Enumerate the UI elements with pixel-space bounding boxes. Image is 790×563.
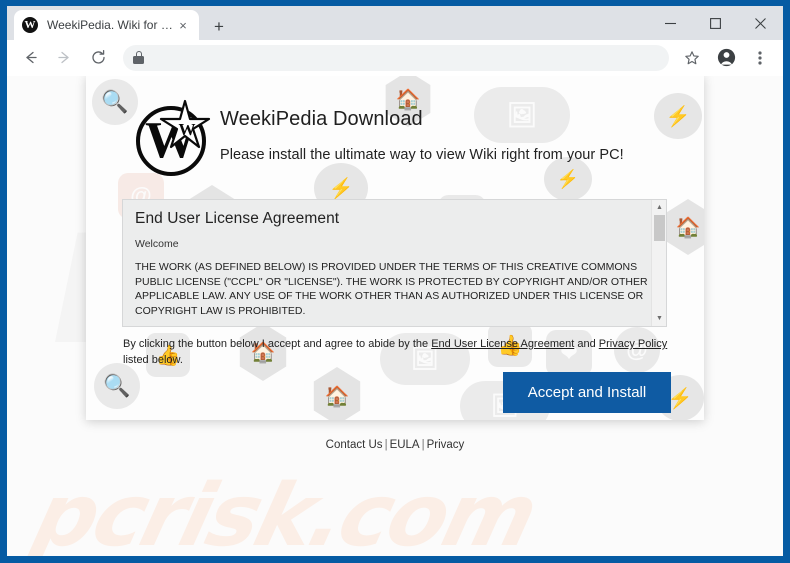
background-watermark: pcrisk.com bbox=[24, 466, 545, 556]
eula-heading: End User License Agreement bbox=[135, 210, 340, 227]
address-bar[interactable] bbox=[123, 44, 669, 71]
promo-header: W W WeekiPedia Download Please install t… bbox=[86, 76, 704, 195]
privacy-policy-link[interactable]: Privacy Policy bbox=[599, 338, 667, 350]
page-title: WeekiPedia Download bbox=[220, 108, 423, 130]
star-icon[interactable] bbox=[678, 44, 706, 72]
new-tab-button[interactable]: + bbox=[207, 14, 231, 38]
consent-middle: and bbox=[574, 338, 599, 350]
contact-us-link[interactable]: Contact Us bbox=[326, 439, 383, 451]
minimize-icon[interactable] bbox=[648, 6, 693, 40]
accept-and-install-button[interactable]: Accept and Install bbox=[503, 372, 671, 413]
eula-content: End User License Agreement Welcome THE W… bbox=[123, 200, 666, 326]
wordpress-w-icon: W bbox=[22, 17, 38, 33]
close-icon[interactable] bbox=[738, 6, 783, 40]
maximize-icon[interactable] bbox=[693, 6, 738, 40]
tab-strip: W WeekiPedia. Wiki for PC. × + bbox=[7, 6, 783, 40]
browser-toolbar bbox=[7, 40, 783, 76]
footer-privacy-link[interactable]: Privacy bbox=[427, 439, 465, 451]
eula-link[interactable]: End User License Agreement bbox=[431, 338, 574, 350]
search-icon: 🔍 bbox=[94, 363, 140, 409]
home-icon: 🏠 bbox=[313, 367, 361, 420]
home-icon: 🏠 bbox=[665, 199, 704, 255]
close-icon[interactable]: × bbox=[175, 17, 191, 33]
eula-body: THE WORK (AS DEFINED BELOW) IS PROVIDED … bbox=[135, 261, 648, 318]
lock-icon bbox=[133, 51, 144, 64]
page-subtitle: Please install the ultimate way to view … bbox=[220, 147, 624, 163]
scrollbar-thumb[interactable] bbox=[654, 215, 665, 241]
page-viewport: W pcrisk.com 🔍 🏠 🖼 ⚡ bbox=[7, 76, 783, 556]
footer-separator: | bbox=[421, 439, 425, 451]
tab-title: WeekiPedia. Wiki for PC. bbox=[47, 18, 175, 32]
reload-icon[interactable] bbox=[84, 44, 112, 72]
eula-scrollbar[interactable]: ▲ ▼ bbox=[651, 200, 666, 326]
consent-prefix: By clicking the button below I accept an… bbox=[123, 338, 432, 350]
scroll-up-arrow-icon[interactable]: ▲ bbox=[652, 201, 666, 214]
footer-links: Contact Us | EULA | Privacy bbox=[7, 439, 783, 451]
browser-window-inner: W WeekiPedia. Wiki for PC. × + pcrisk.co… bbox=[7, 6, 783, 556]
eula-scroll-box[interactable]: End User License Agreement Welcome THE W… bbox=[122, 199, 667, 327]
eula-welcome: Welcome bbox=[135, 238, 179, 250]
consent-text: By clicking the button below I accept an… bbox=[123, 337, 673, 368]
back-arrow-icon[interactable] bbox=[16, 44, 44, 72]
promo-title-block: WeekiPedia Download Please install the u… bbox=[220, 108, 624, 163]
tab-weekipedia[interactable]: W WeekiPedia. Wiki for PC. × bbox=[14, 10, 199, 40]
promo-card: 🔍 🏠 🖼 ⚡ @ 👤 bbox=[86, 76, 704, 420]
scroll-down-arrow-icon[interactable]: ▼ bbox=[652, 312, 666, 325]
svg-text:W: W bbox=[179, 120, 196, 139]
three-dot-menu-icon[interactable] bbox=[746, 44, 774, 72]
forward-arrow-icon bbox=[50, 44, 78, 72]
footer-separator: | bbox=[384, 439, 388, 451]
wordpress-star-logo: W W bbox=[133, 95, 217, 179]
window-controls bbox=[648, 6, 783, 40]
account-avatar-icon[interactable] bbox=[712, 44, 740, 72]
consent-suffix: listed below. bbox=[123, 353, 183, 366]
browser-window: W WeekiPedia. Wiki for PC. × + pcrisk.co… bbox=[0, 0, 790, 563]
footer-eula-link[interactable]: EULA bbox=[390, 439, 420, 451]
